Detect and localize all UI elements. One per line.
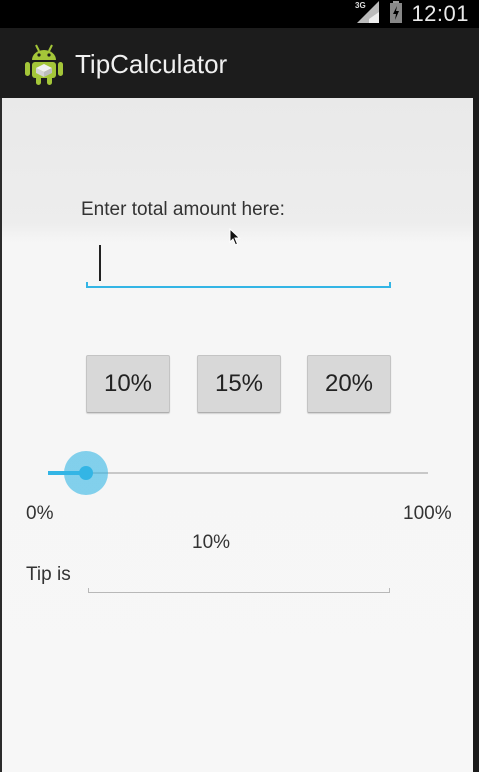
screen-edge-right xyxy=(473,98,479,772)
app-title: TipCalculator xyxy=(75,49,228,79)
amount-input[interactable] xyxy=(86,240,391,288)
amount-prompt-label: Enter total amount here: xyxy=(81,199,285,220)
status-bar: 3G 12:01 xyxy=(0,0,479,28)
slider-thumb[interactable] xyxy=(79,466,93,480)
tip-10-percent-button[interactable]: 10% xyxy=(86,355,170,413)
text-cursor xyxy=(99,245,101,281)
svg-text:3G: 3G xyxy=(355,1,366,10)
tip-15-percent-button[interactable]: 15% xyxy=(197,355,281,413)
slider-max-label: 100% xyxy=(403,503,452,524)
slider-min-label: 0% xyxy=(26,503,54,524)
mouse-pointer-icon xyxy=(229,227,241,246)
battery-icon xyxy=(389,0,403,28)
android-robot-icon[interactable] xyxy=(24,42,64,86)
action-bar: TipCalculator xyxy=(0,28,479,102)
tip-result-field xyxy=(88,552,390,593)
slider-value-label: 10% xyxy=(192,532,231,553)
tip-result-underline xyxy=(88,588,390,593)
amount-input-underline xyxy=(86,282,391,288)
signal-icon: 3G xyxy=(355,0,381,28)
status-time: 12:01 xyxy=(411,1,469,26)
tip-20-percent-button[interactable]: 20% xyxy=(307,355,391,413)
tip-percent-slider[interactable] xyxy=(48,445,428,501)
tip-label: Tip is xyxy=(26,564,71,585)
